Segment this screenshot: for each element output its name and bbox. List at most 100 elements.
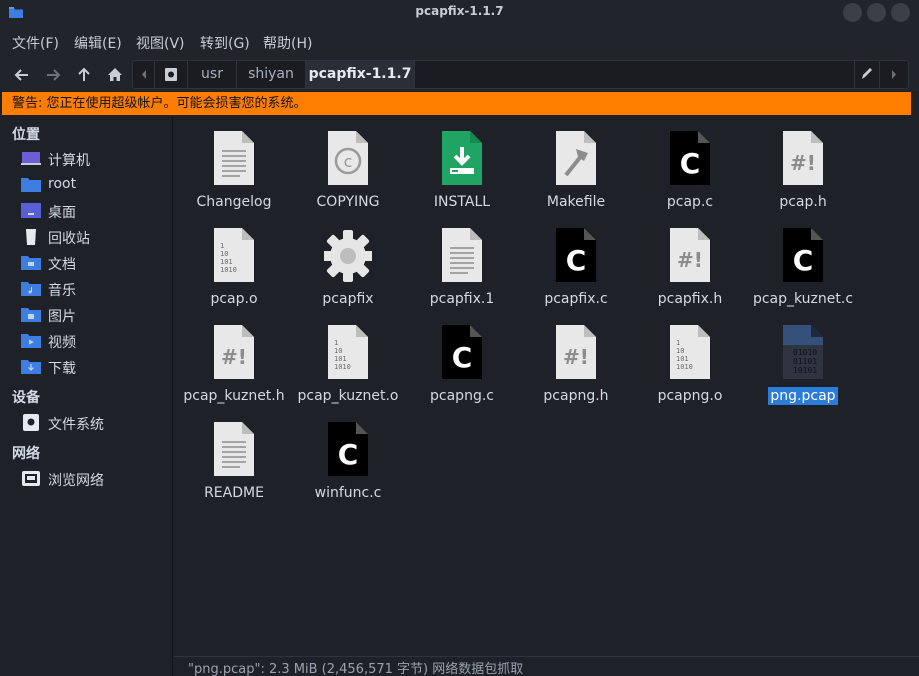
path-segment-shiyan[interactable]: shiyan (237, 61, 306, 88)
forward-button[interactable] (42, 64, 64, 86)
header-file-icon: #! (779, 129, 827, 187)
sidebar-item-root[interactable]: root (0, 172, 172, 198)
drive-icon (165, 68, 177, 81)
menu-go[interactable]: 转到(G) (200, 33, 250, 53)
menu-help[interactable]: 帮助(H) (263, 33, 312, 53)
back-button[interactable] (11, 64, 33, 86)
file-item[interactable]: Cpcap.c (633, 119, 747, 215)
file-item[interactable]: 1 10 101 1010 pcap.o (177, 216, 291, 312)
sidebar-item-desktop[interactable]: 桌面 (0, 198, 172, 224)
file-name: pcapfix.h (633, 291, 747, 307)
file-name: pcap_kuznet.c (746, 291, 860, 307)
sidebar-item-music[interactable]: 音乐 (0, 276, 172, 302)
svg-text:C: C (452, 341, 473, 374)
close-button[interactable] (891, 3, 910, 22)
arrow-left-icon (14, 69, 28, 81)
sidebar-item-network[interactable]: 浏览网络 (0, 466, 172, 492)
minimize-button[interactable] (843, 3, 862, 22)
downloads-folder-icon (21, 360, 41, 374)
home-button[interactable] (104, 64, 126, 86)
file-item[interactable]: c COPYING (291, 119, 405, 215)
menu-edit[interactable]: 编辑(E) (74, 33, 122, 53)
edit-location-button[interactable] (854, 61, 879, 88)
binary-file-icon: 1 10 101 1010 (666, 323, 714, 381)
file-view[interactable]: Changelog c COPYING INSTALL Makefile Cpcap.c #… (174, 117, 919, 656)
sidebar-item-documents[interactable]: 文档 (0, 250, 172, 276)
sidebar-item-downloads[interactable]: 下载 (0, 354, 172, 380)
path-segment-current[interactable]: pcapfix-1.1.7 (306, 61, 415, 88)
file-item[interactable]: Changelog (177, 119, 291, 215)
file-item[interactable]: Cpcapng.c (405, 313, 519, 409)
file-item[interactable]: 1 10 101 1010 pcap_kuznet.o (291, 313, 405, 409)
svg-text:1: 1 (334, 339, 338, 347)
file-name: README (177, 485, 291, 501)
svg-text:10: 10 (334, 347, 342, 355)
sidebar-item-filesystem[interactable]: 文件系统 (0, 410, 172, 436)
sidebar-item-computer[interactable]: 计算机 (0, 146, 172, 172)
svg-text:1010: 1010 (334, 363, 351, 371)
arrow-right-icon (47, 69, 61, 81)
sidebar-item-pictures[interactable]: 图片 (0, 302, 172, 328)
svg-text:C: C (680, 147, 701, 180)
desktop-icon (21, 203, 41, 218)
path-scroll-left-button[interactable] (133, 61, 155, 88)
path-bar: usr shiyan pcapfix-1.1.7 (132, 60, 909, 89)
svg-text:#!: #! (221, 345, 247, 369)
file-name: Changelog (177, 194, 291, 210)
makefile-file-icon (552, 129, 600, 187)
file-item[interactable]: #! pcapfix.h (633, 216, 747, 312)
text-file-icon (438, 226, 486, 284)
menu-view[interactable]: 视图(V) (136, 33, 185, 53)
file-name: pcapng.o (633, 388, 747, 404)
path-segment-usr[interactable]: usr (188, 61, 237, 88)
file-name-text: png.pcap (768, 387, 838, 405)
file-item[interactable]: Cwinfunc.c (291, 410, 405, 506)
file-item[interactable]: Makefile (519, 119, 633, 215)
file-name: pcapfix.c (519, 291, 633, 307)
sidebar-item-label: 音乐 (48, 283, 76, 299)
svg-text:101: 101 (220, 258, 233, 266)
header-file-icon: #! (210, 323, 258, 381)
file-name-text: COPYING (316, 194, 380, 210)
vertical-scrollbar[interactable] (912, 117, 919, 656)
file-item[interactable]: #! pcap_kuznet.h (177, 313, 291, 409)
file-name-text: INSTALL (433, 194, 491, 210)
sidebar-item-videos[interactable]: 视频 (0, 328, 172, 354)
sidebar-item-trash[interactable]: 回收站 (0, 224, 172, 250)
path-root-drive[interactable] (155, 61, 188, 88)
file-name-text: pcapng.o (657, 388, 723, 404)
file-item[interactable]: pcapfix.1 (405, 216, 519, 312)
documents-folder-icon (21, 256, 41, 270)
svg-text:01010: 01010 (793, 348, 817, 357)
menu-file[interactable]: 文件(F) (12, 33, 59, 53)
sidebar-item-label: 计算机 (48, 153, 90, 169)
file-item[interactable]: Cpcapfix.c (519, 216, 633, 312)
network-header: 网络 (12, 446, 40, 462)
file-name-text: pcapfix (322, 291, 374, 307)
file-name: pcap_kuznet.o (291, 388, 405, 404)
sidebar-item-label: 文档 (48, 257, 76, 273)
file-name-text: pcap.h (779, 194, 827, 210)
up-button[interactable] (73, 64, 95, 86)
file-name-text: pcap.c (666, 194, 714, 210)
file-item[interactable]: pcapfix (291, 216, 405, 312)
header-file-icon: #! (666, 226, 714, 284)
file-name-text: Changelog (196, 194, 272, 210)
file-item[interactable]: README (177, 410, 291, 506)
file-item[interactable]: INSTALL (405, 119, 519, 215)
path-scroll-right-button[interactable] (879, 61, 908, 88)
c-source-file-icon: C (438, 323, 486, 381)
file-item[interactable]: 1 10 101 1010 pcapng.o (633, 313, 747, 409)
maximize-button[interactable] (867, 3, 886, 22)
file-item[interactable]: 01010 01101 10101 png.pcap (746, 313, 860, 409)
pcap-file-icon: 01010 01101 10101 (779, 323, 827, 381)
toolbar: usr shiyan pcapfix-1.1.7 (0, 58, 919, 91)
arrow-up-icon (78, 67, 90, 81)
music-folder-icon (21, 282, 41, 296)
sidebar-item-label: 下载 (48, 361, 76, 377)
sidebar-item-label: 文件系统 (48, 417, 104, 433)
file-item[interactable]: #! pcap.h (746, 119, 860, 215)
file-item[interactable]: #! pcapng.h (519, 313, 633, 409)
title-bar[interactable]: pcapfix-1.1.7 (0, 0, 919, 25)
file-item[interactable]: Cpcap_kuznet.c (746, 216, 860, 312)
